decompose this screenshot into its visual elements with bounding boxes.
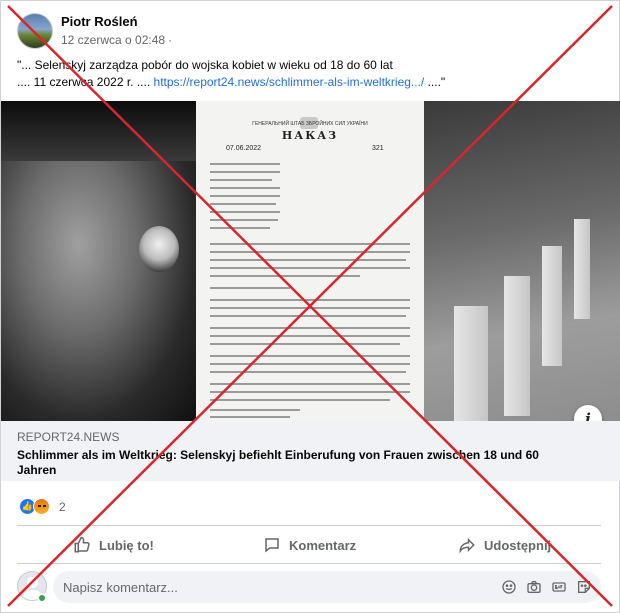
document-header: ГЕНЕРАЛЬНИЙ ШТАБ ЗБРОЙНИХ СИЛ УКРАЇНИ (252, 121, 368, 127)
document-text-line (210, 343, 400, 345)
post-image[interactable]: ГЕНЕРАЛЬНИЙ ШТАБ ЗБРОЙНИХ СИЛ УКРАЇНИ НА… (1, 101, 620, 421)
comment-input[interactable] (53, 571, 601, 603)
document-text-line (210, 327, 410, 329)
photo-mouth-highlight (139, 226, 179, 272)
document-text-line (210, 211, 280, 213)
document-image: ГЕНЕРАЛЬНИЙ ШТАБ ЗБРОЙНИХ СИЛ УКРАЇНИ НА… (196, 101, 424, 421)
document-text-line (210, 383, 410, 385)
document-number: 321 (372, 145, 384, 152)
document-text-line (210, 315, 406, 317)
divider-top (17, 525, 601, 526)
headstone (542, 246, 562, 366)
headstone (574, 219, 590, 319)
cemetery-photo (424, 101, 620, 421)
post-text: "... Selenskyj zarządza pobór do wojska … (17, 57, 607, 91)
avatar-head (27, 577, 38, 588)
emoji-icon[interactable] (501, 579, 517, 595)
post-card: Piotr Rośleń 12 czerwca o 02:48 · "... Se… (0, 0, 620, 613)
document-text-line (210, 227, 270, 229)
document-title: НАКАЗ (281, 129, 339, 142)
document-text-line (210, 179, 272, 181)
comment-label: Komentarz (289, 537, 357, 553)
document-text-line (210, 299, 410, 301)
post-text-line-2: .... 11 czerwca 2022 r. .... https://rep… (17, 74, 607, 91)
gif-icon[interactable] (551, 579, 567, 595)
share-button[interactable]: Udostępnij (458, 528, 551, 562)
link-title[interactable]: Schlimmer als im Weltkrieg: Selenskyj be… (17, 448, 577, 478)
document-text-line (210, 267, 410, 269)
author-avatar[interactable] (17, 13, 53, 49)
document-text-line (210, 187, 280, 189)
sticker-icon[interactable] (576, 579, 592, 595)
document-text-line (210, 259, 406, 261)
comment-button[interactable]: Komentarz (263, 528, 356, 562)
share-arrow-icon (459, 537, 475, 554)
post-text-line-1: "... Selenskyj zarządza pobór do wojska … (17, 58, 393, 72)
online-status-dot (37, 593, 47, 603)
document-text-line (210, 363, 410, 365)
document-text-line (210, 163, 280, 165)
action-bar: Lubię to! Komentarz Udostępnij (17, 528, 601, 562)
document-text-line (210, 371, 406, 373)
privacy-dot: · (168, 33, 173, 47)
document-text-line (210, 171, 280, 173)
headstone (504, 276, 530, 416)
post-header: Piotr Rośleń 12 czerwca o 02:48 · (17, 13, 607, 53)
comment-composer (17, 569, 601, 605)
document-text-line (210, 203, 276, 205)
headstone (454, 306, 488, 421)
photo-hair-shade (1, 101, 196, 161)
reaction-count[interactable]: 2 (59, 500, 66, 514)
divider-bottom (17, 563, 601, 564)
link-preview[interactable]: REPORT24.NEWS Schlimmer als im Weltkrieg… (1, 421, 620, 481)
document-text-line (210, 275, 360, 277)
share-label: Udostępnij (484, 537, 552, 553)
post-text-suffix: ...." (424, 75, 446, 89)
document-text-line (210, 219, 278, 221)
camera-icon[interactable] (526, 579, 542, 595)
document-text-line (210, 391, 410, 393)
post-meta: 12 czerwca o 02:48 · (61, 33, 172, 47)
author-name[interactable]: Piotr Rośleń (61, 14, 138, 29)
document-text-line (210, 335, 410, 337)
document-text-line (210, 243, 410, 245)
like-button[interactable]: Lubię to! (73, 528, 154, 562)
post-link[interactable]: https://report24.news/schlimmer-als-im-w… (154, 75, 425, 89)
document-text-line (210, 409, 300, 411)
comment-bubble-icon (265, 538, 279, 553)
document-text-line (210, 399, 390, 401)
post-text-prefix: .... 11 czerwca 2022 r. .... (17, 75, 154, 89)
link-domain: REPORT24.NEWS (17, 430, 120, 444)
like-label: Lubię to! (99, 537, 154, 553)
document-text-line (210, 251, 410, 253)
document-text-line (210, 307, 410, 309)
post-date[interactable]: 12 czerwca o 02:48 (61, 33, 165, 47)
document-text-line (210, 195, 280, 197)
document-text-line (210, 355, 410, 357)
woman-photo (1, 101, 196, 421)
document-date: 07.06.2022 (226, 145, 262, 152)
document-text-line (210, 416, 290, 418)
thumbs-up-icon (74, 536, 90, 553)
angry-icon (33, 498, 50, 515)
document-text-line (210, 287, 290, 289)
